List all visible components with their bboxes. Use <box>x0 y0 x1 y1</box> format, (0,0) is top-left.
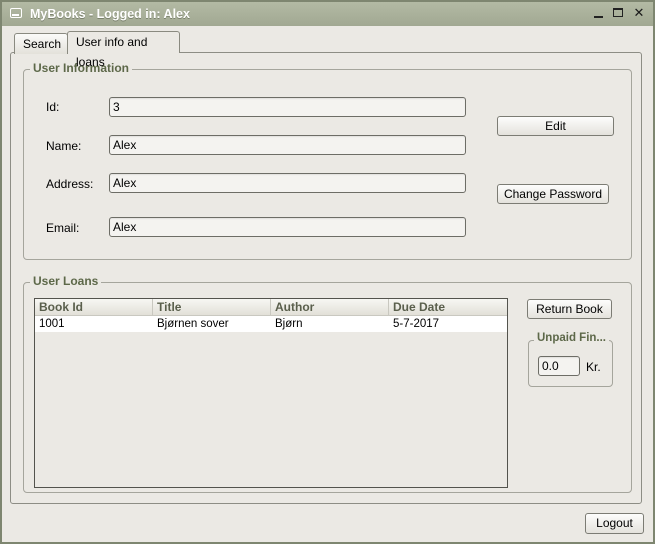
edit-button[interactable]: Edit <box>497 116 614 136</box>
currency-label: Kr. <box>586 360 601 374</box>
close-icon[interactable]: ✕ <box>632 6 646 20</box>
window-title: MyBooks - Logged in: Alex <box>30 7 190 21</box>
return-book-button[interactable]: Return Book <box>527 299 612 319</box>
tab-user-info-and-loans[interactable]: User info and loans <box>67 31 180 69</box>
name-field[interactable]: Alex <box>109 135 466 155</box>
title-bar[interactable]: MyBooks - Logged in: Alex ✕ <box>2 2 653 26</box>
minimize-icon[interactable] <box>592 6 606 20</box>
table-row[interactable]: 1001 Bjørnen sover Bjørn 5-7-2017 <box>35 316 507 332</box>
address-label: Address: <box>46 177 94 191</box>
email-field[interactable]: Alex <box>109 217 466 237</box>
id-field[interactable]: 3 <box>109 97 466 117</box>
change-password-button[interactable]: Change Password <box>497 184 609 204</box>
unpaid-fines-field[interactable]: 0.0 <box>538 356 580 376</box>
email-label: Email: <box>46 221 80 235</box>
unpaid-fines-title: Unpaid Fin... <box>534 332 609 344</box>
column-header-book-id[interactable]: Book Id <box>35 299 153 316</box>
cell-title: Bjørnen sover <box>157 318 229 330</box>
cell-author: Bjørn <box>275 318 303 330</box>
name-label: Name: <box>46 139 82 153</box>
cell-book-id: 1001 <box>39 318 65 330</box>
address-field[interactable]: Alex <box>109 173 466 193</box>
tab-search[interactable]: Search <box>14 33 68 54</box>
column-header-author[interactable]: Author <box>271 299 389 316</box>
app-window-icon <box>10 8 22 18</box>
id-label: Id: <box>46 100 60 114</box>
user-loans-title: User Loans <box>30 274 102 288</box>
loans-table[interactable]: Book Id Title Author Due Date 1001 Bjørn… <box>34 298 508 488</box>
maximize-icon[interactable] <box>611 6 625 20</box>
cell-due-date: 5-7-2017 <box>393 318 440 330</box>
column-header-title[interactable]: Title <box>153 299 271 316</box>
loans-table-header: Book Id Title Author Due Date <box>35 299 507 316</box>
logout-button[interactable]: Logout <box>585 513 644 534</box>
column-header-due-date[interactable]: Due Date <box>389 299 507 316</box>
